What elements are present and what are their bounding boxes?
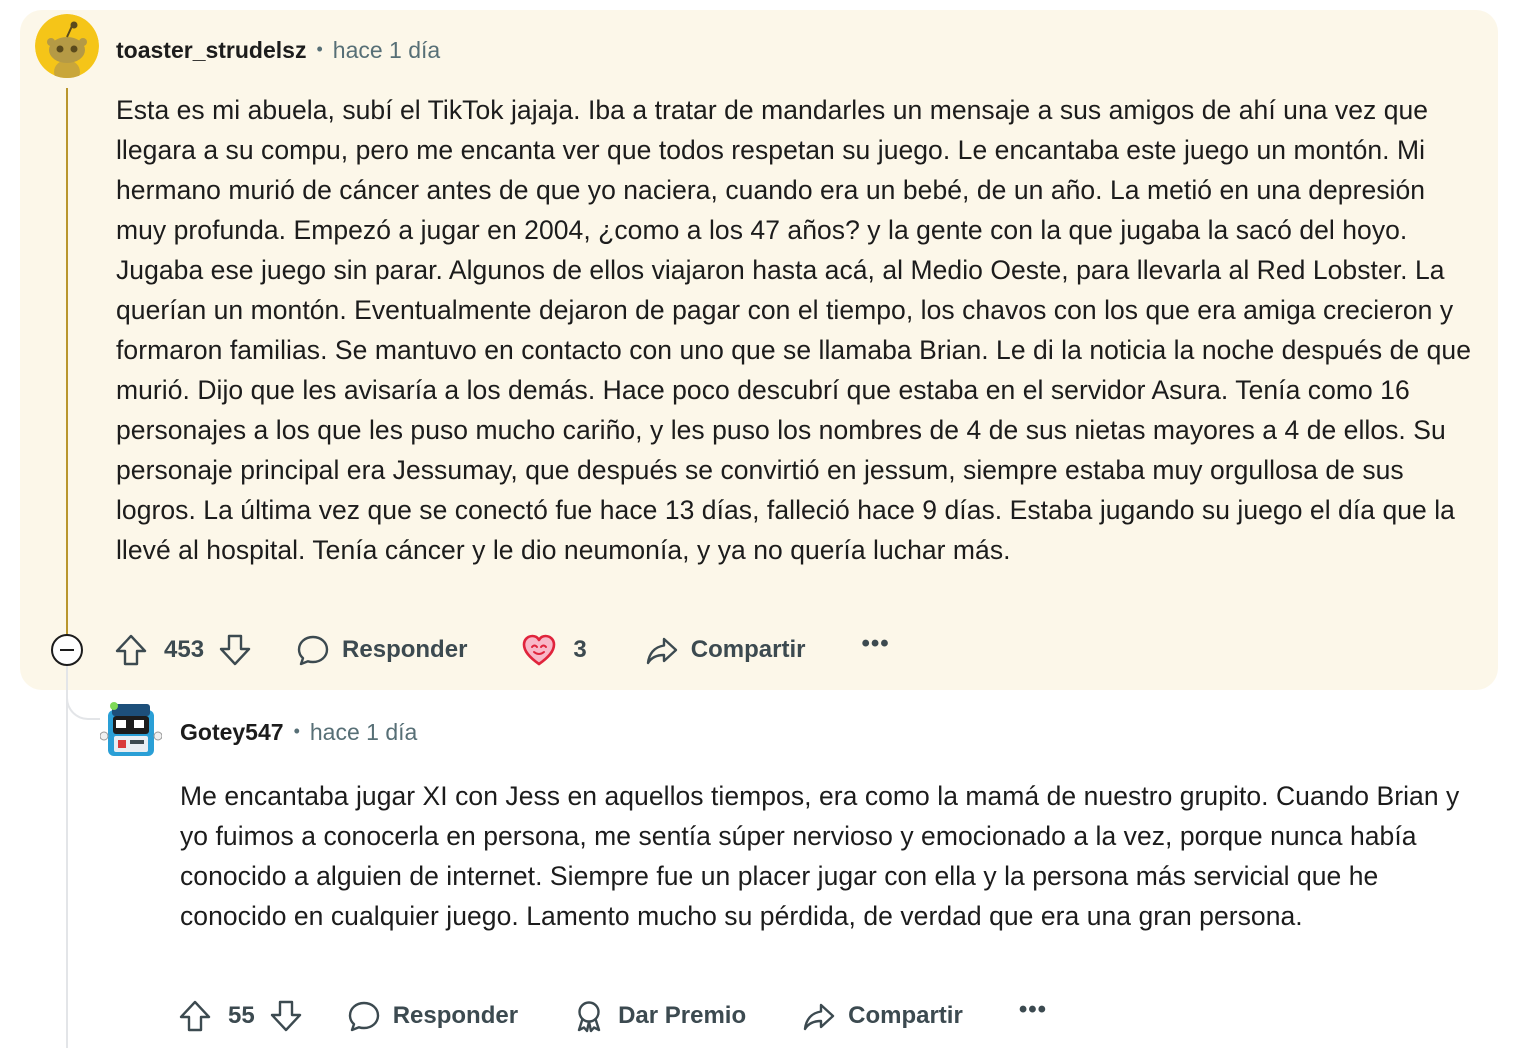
- share-button[interactable]: Compartir: [645, 628, 806, 672]
- comment-actions: 453 Responder 3 Compartir •••: [114, 628, 890, 672]
- share-label: Compartir: [690, 636, 806, 663]
- username[interactable]: toaster_strudelsz: [116, 37, 306, 64]
- downvote-arrow-icon[interactable]: [218, 633, 252, 667]
- award-count: 3: [573, 636, 587, 663]
- reply-button[interactable]: Responder: [347, 994, 518, 1038]
- vote-group: 453: [114, 628, 252, 672]
- vote-group: 55: [178, 994, 303, 1038]
- share-button[interactable]: Compartir: [802, 994, 963, 1038]
- share-label: Compartir: [848, 1002, 963, 1029]
- collapse-thread-button[interactable]: [51, 634, 83, 666]
- timestamp[interactable]: hace 1 día: [310, 719, 417, 746]
- share-arrow-icon: [645, 633, 679, 667]
- comment-thread: toaster_strudelsz • hace 1 día Esta es m…: [0, 0, 1520, 1048]
- robot-avatar-icon: [100, 702, 162, 756]
- reply-connector: [66, 684, 100, 720]
- collapse-minus-icon: [60, 649, 74, 651]
- comment-body: Esta es mi abuela, subí el TikTok jajaja…: [116, 95, 1471, 565]
- comment-body: Me encantaba jugar XI con Jess en aquell…: [180, 781, 1460, 931]
- comment-header: toaster_strudelsz • hace 1 día: [116, 37, 440, 64]
- upvote-arrow-icon[interactable]: [178, 999, 212, 1033]
- award-ribbon-icon: [572, 999, 606, 1033]
- snoo-avatar-icon: [35, 14, 99, 78]
- vote-count: 453: [164, 636, 205, 663]
- comment-header: Gotey547 • hace 1 día: [180, 719, 417, 746]
- reply-label: Responder: [392, 1002, 519, 1029]
- speech-bubble-icon: [296, 633, 330, 667]
- reply-button[interactable]: Responder: [296, 628, 467, 672]
- reply-label: Responder: [342, 636, 468, 663]
- more-options-button[interactable]: •••: [861, 630, 889, 658]
- share-arrow-icon: [802, 999, 836, 1033]
- speech-bubble-icon: [347, 999, 381, 1033]
- heart-award-icon: [521, 633, 557, 667]
- give-award-label: Dar Premio: [618, 1002, 747, 1029]
- thread-line[interactable]: [66, 88, 68, 636]
- separator-dot: •: [293, 721, 300, 741]
- separator-dot: •: [316, 39, 323, 59]
- username[interactable]: Gotey547: [180, 719, 284, 746]
- give-award-button[interactable]: Dar Premio: [572, 994, 746, 1038]
- vote-count: 55: [228, 1002, 255, 1029]
- thread-line[interactable]: [66, 664, 68, 1048]
- award-button[interactable]: 3: [521, 628, 587, 672]
- timestamp[interactable]: hace 1 día: [333, 37, 440, 64]
- more-options-button[interactable]: •••: [1019, 996, 1047, 1024]
- comment-actions: 55 Responder Dar Premio Compartir •••: [178, 994, 1047, 1038]
- avatar[interactable]: [100, 700, 162, 762]
- downvote-arrow-icon[interactable]: [269, 999, 303, 1033]
- upvote-arrow-icon[interactable]: [114, 633, 148, 667]
- avatar[interactable]: [35, 14, 99, 78]
